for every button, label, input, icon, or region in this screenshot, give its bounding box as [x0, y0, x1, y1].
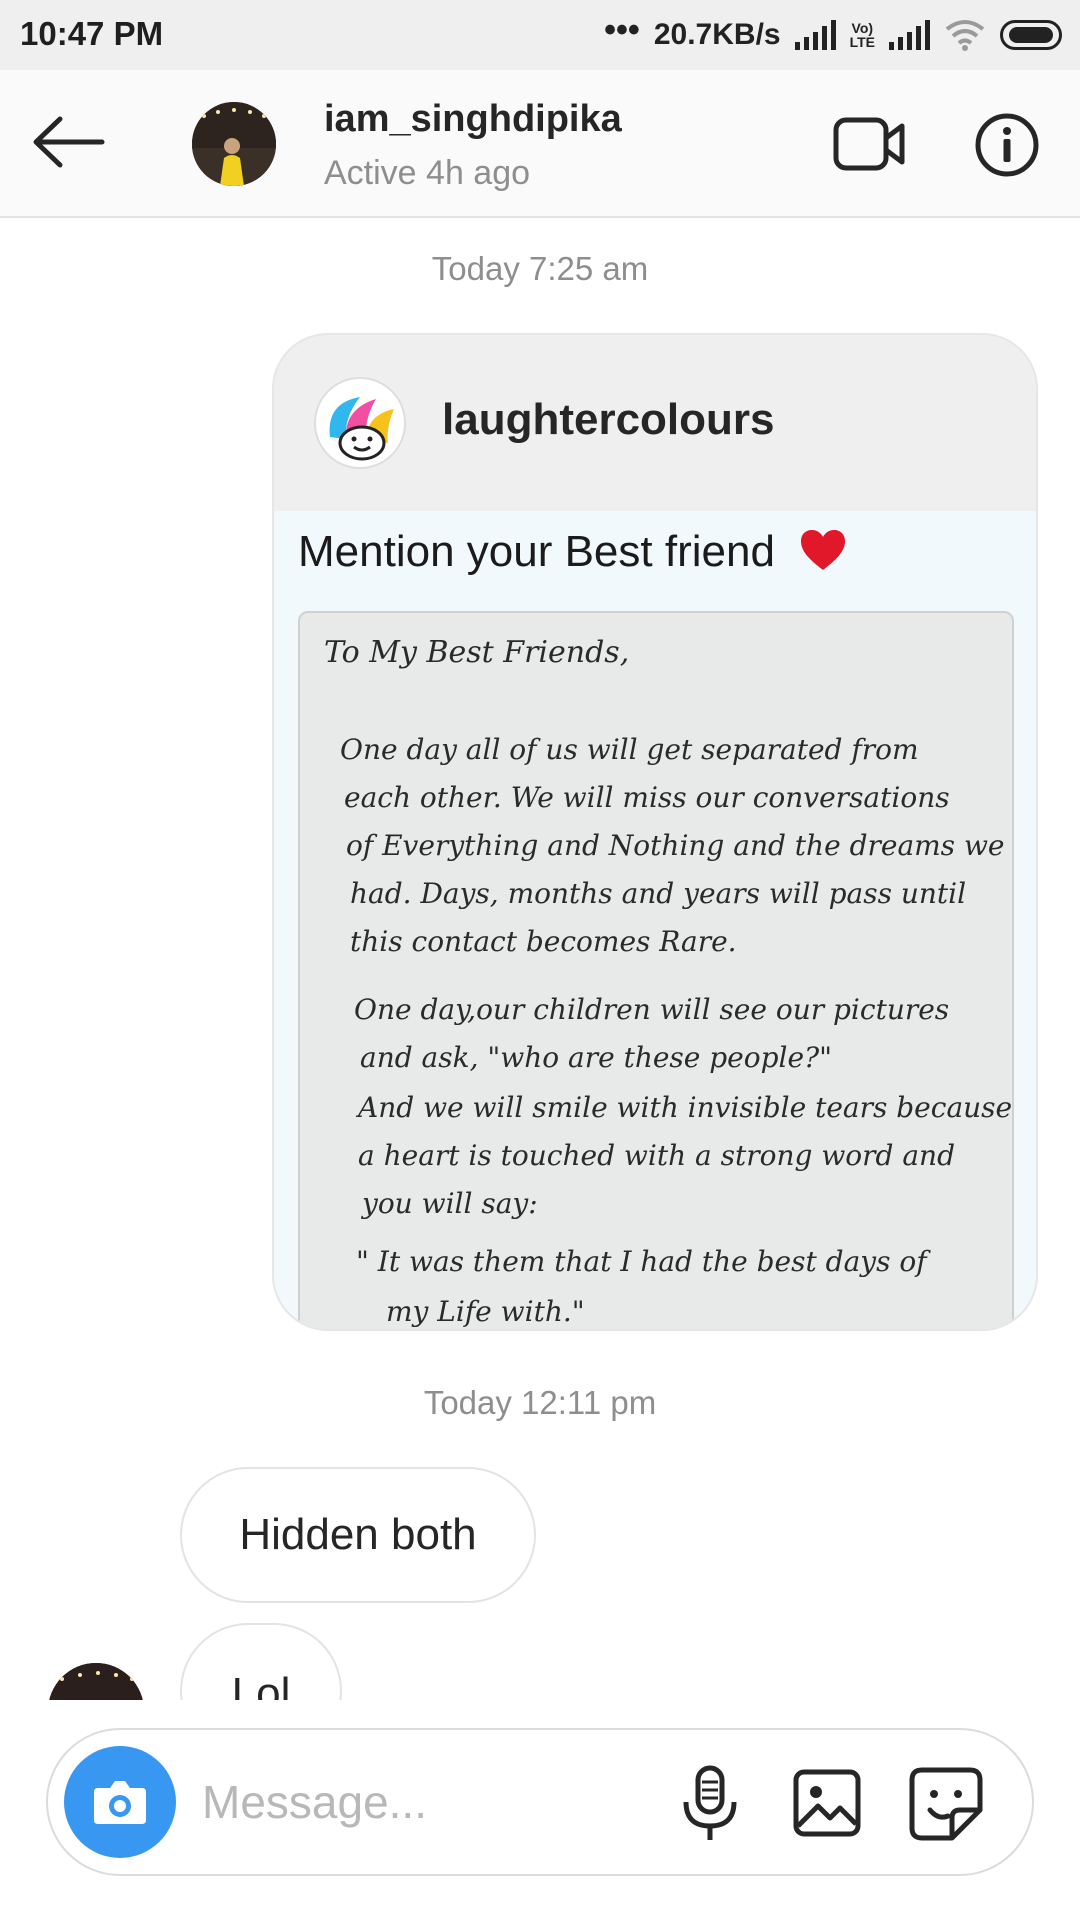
- handwritten-letter: To My Best Friends, One day all of us wi…: [298, 611, 1014, 1329]
- letter-line: One day,our children will see our pictur…: [354, 993, 950, 1026]
- letter-line: my Life with.": [386, 1295, 585, 1328]
- post-caption-text: Mention your Best friend: [298, 527, 775, 576]
- video-call-button[interactable]: [832, 114, 906, 174]
- status-bar: 10:47 PM ••• 20.7KB/s Vo) LTE: [0, 0, 1080, 70]
- wifi-icon: [945, 20, 985, 51]
- message-input[interactable]: [202, 1760, 682, 1844]
- post-image[interactable]: Mention your Best friend To My Best Frie…: [274, 511, 1036, 1329]
- battery-icon: [1000, 20, 1062, 50]
- composer-area: [0, 1700, 1080, 1920]
- active-status: Active 4h ago: [324, 154, 531, 192]
- letter-line: this contact becomes Rare.: [350, 925, 737, 958]
- letter-line: each other. We will miss our conversatio…: [344, 781, 950, 814]
- status-time: 10:47 PM: [20, 15, 164, 52]
- volte-top-label: Vo): [851, 20, 874, 36]
- signal-icon: [794, 20, 836, 50]
- contact-avatar[interactable]: [192, 102, 276, 186]
- video-camera-icon: [833, 117, 905, 171]
- timestamp-2: Today 12:11 pm: [423, 1384, 657, 1421]
- camera-button[interactable]: [64, 1746, 176, 1858]
- signal-icon-2: [889, 20, 930, 50]
- letter-line: And we will smile with invisible tears b…: [358, 1091, 1013, 1124]
- gallery-icon: [793, 1769, 861, 1837]
- gallery-button[interactable]: [792, 1768, 862, 1838]
- letter-line: To My Best Friends,: [324, 635, 630, 670]
- timestamp-1: Today 7:25 am: [431, 250, 649, 287]
- sticker-icon: [909, 1767, 983, 1841]
- letter-line: and ask, "who are these people?": [360, 1041, 832, 1074]
- network-speed: 20.7KB/s: [653, 18, 781, 51]
- letter-line: you will say:: [362, 1187, 538, 1220]
- shared-post-header: laughtercolours: [274, 335, 1036, 511]
- back-button[interactable]: [28, 106, 108, 178]
- contact-username[interactable]: iam_singhdipika: [324, 98, 622, 141]
- letter-line: a heart is touched with a strong word an…: [358, 1139, 956, 1172]
- message-bubble[interactable]: Hidden both: [180, 1467, 536, 1603]
- notification-dots-icon: •••: [604, 11, 640, 49]
- letter-line: had. Days, months and years will pass un…: [350, 877, 967, 910]
- chat-header: iam_singhdipika Active 4h ago: [0, 70, 1080, 218]
- laughtercolours-logo-icon: [316, 379, 404, 467]
- sticker-button[interactable]: [908, 1766, 984, 1842]
- status-icons: ••• 20.7KB/s Vo) LTE: [604, 0, 1062, 70]
- letter-line: of Everything and Nothing and the dreams…: [346, 829, 1005, 862]
- volte-icon: Vo) LTE: [850, 21, 875, 49]
- microphone-button[interactable]: [678, 1764, 742, 1844]
- info-button[interactable]: [974, 112, 1040, 178]
- heart-icon: [801, 530, 846, 570]
- message-text: Hidden both: [239, 1510, 477, 1559]
- volte-bottom-label: LTE: [849, 34, 875, 50]
- post-author-name[interactable]: laughtercolours: [442, 395, 775, 445]
- letter-line: One day all of us will get separated fro…: [340, 733, 919, 766]
- shared-post[interactable]: laughtercolours Mention your Best friend…: [272, 333, 1038, 1331]
- microphone-icon: [683, 1765, 737, 1840]
- avatar-photo-icon: [192, 102, 276, 186]
- info-icon: [975, 113, 1039, 177]
- message-composer: [46, 1728, 1034, 1876]
- back-arrow-icon: [33, 116, 105, 168]
- camera-icon: [94, 1781, 146, 1824]
- letter-line: " It was them that I had the best days o…: [356, 1245, 927, 1278]
- post-author-avatar[interactable]: [314, 377, 406, 469]
- post-caption: Mention your Best friend: [298, 527, 847, 577]
